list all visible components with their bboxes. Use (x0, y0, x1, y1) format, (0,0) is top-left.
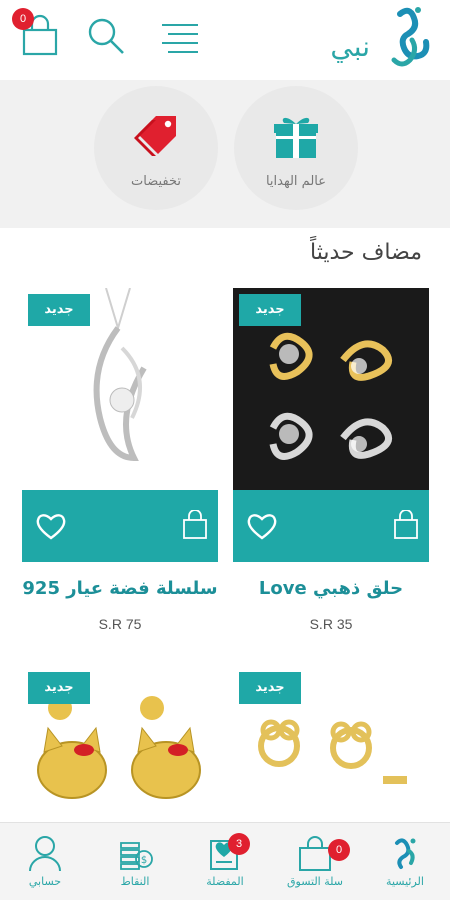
product-card[interactable]: جديد (233, 666, 429, 822)
product-card[interactable]: جديد سلسلة فضة عيار 925 S.R 75 (22, 288, 218, 648)
category-discounts[interactable]: تخفيضات (94, 86, 218, 210)
add-to-cart-icon[interactable] (182, 510, 208, 540)
product-action-bar (233, 490, 429, 562)
heart-icon[interactable] (247, 512, 277, 540)
search-button[interactable] (86, 16, 126, 56)
bottom-navigation: الرئيسية 0 سلة التسوق 3 المفضلة $ النقاط (0, 822, 450, 900)
product-action-bar (22, 490, 218, 562)
nav-label: الرئيسية (386, 875, 424, 888)
nav-points[interactable]: $ النقاط (90, 823, 180, 900)
category-label: تخفيضات (131, 174, 181, 189)
category-gifts[interactable]: عالم الهدايا (234, 86, 358, 210)
product-card[interactable]: جديد Love حلق ذهبي S.R 35 (233, 288, 429, 648)
add-to-cart-icon[interactable] (393, 510, 419, 540)
coins-icon: $ (120, 842, 153, 870)
logo-text: نبي (330, 30, 370, 63)
nav-label: سلة التسوق (286, 875, 343, 888)
nav-account[interactable]: حسابي (0, 823, 90, 900)
cart-count-badge: 0 (328, 839, 350, 861)
menu-button[interactable] (160, 22, 200, 54)
category-band (0, 80, 450, 228)
gift-icon (274, 117, 318, 158)
nav-label: النقاط (120, 875, 150, 888)
favorites-count-badge: 3 (228, 833, 250, 855)
logo-icon (395, 838, 416, 869)
nav-home[interactable]: الرئيسية (360, 823, 450, 900)
new-badge: جديد (239, 294, 301, 326)
new-badge: جديد (239, 672, 301, 704)
shopping-bag-icon (299, 836, 331, 871)
new-badge: جديد (28, 672, 90, 704)
product-card[interactable]: جديد (22, 666, 218, 822)
user-icon (29, 836, 61, 872)
svg-text:$: $ (141, 855, 147, 866)
nav-favorites[interactable]: 3 المفضلة (180, 823, 270, 900)
price-tag-icon (134, 116, 176, 156)
nav-label: المفضلة (206, 875, 244, 888)
category-label: عالم الهدايا (265, 174, 327, 189)
cart-button[interactable]: 0 (12, 8, 60, 58)
nav-label: حسابي (28, 875, 62, 888)
product-name[interactable]: سلسلة فضة عيار 925 (22, 578, 218, 599)
section-title: مضاف حديثاً (310, 240, 422, 265)
cart-count-badge: 0 (12, 8, 34, 30)
brand-logo[interactable]: نبي (320, 4, 430, 70)
menu-icon (162, 24, 198, 53)
nav-cart[interactable]: 0 سلة التسوق (270, 823, 360, 900)
product-price: S.R 35 (309, 616, 353, 632)
new-badge: جديد (28, 294, 90, 326)
app-header: 0 نبي (0, 0, 450, 80)
heart-icon[interactable] (36, 512, 66, 540)
search-icon (88, 18, 124, 54)
product-name[interactable]: Love حلق ذهبي (233, 578, 429, 599)
product-price: S.R 75 (98, 616, 142, 632)
